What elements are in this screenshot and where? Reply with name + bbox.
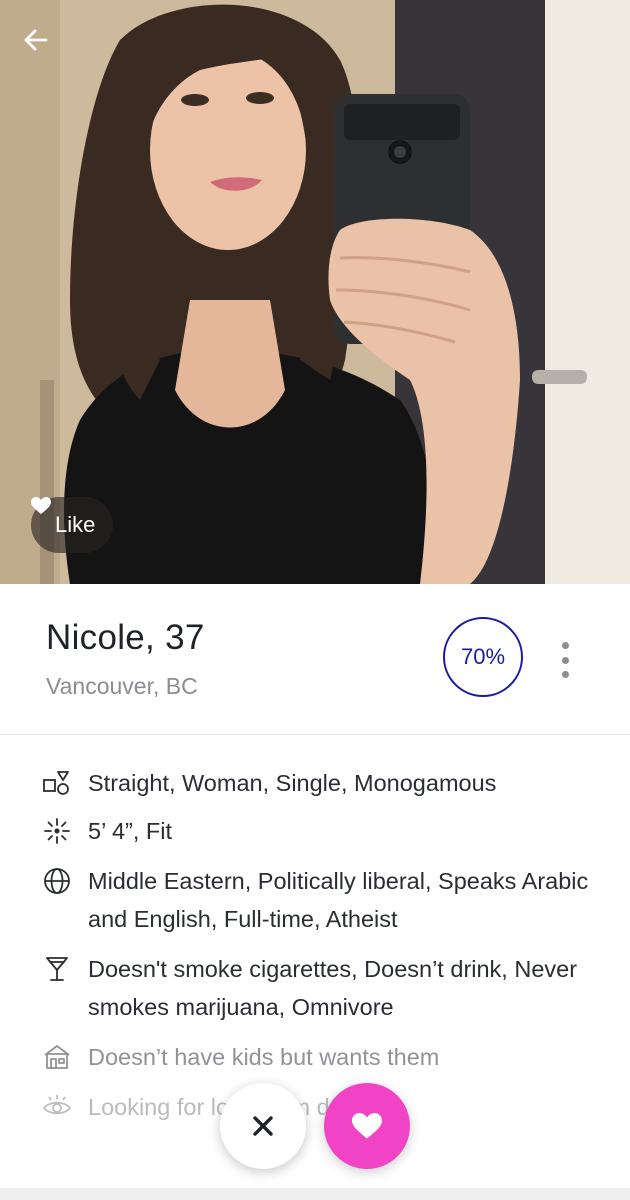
profile-header: Nicole, 37 Vancouver, BC 70%: [0, 584, 630, 735]
profile-photo[interactable]: Like: [0, 0, 630, 584]
vertical-dots-icon: [561, 642, 569, 649]
detail-text: 5’ 4”, Fit: [88, 818, 173, 844]
profile-screen: Like Nicole, 37 Vancouver, BC 70% Straig…: [0, 0, 630, 1200]
detail-habits: Doesn't smoke cigarettes, Doesn’t drink,…: [40, 952, 600, 1026]
cocktail-glass-icon: [40, 952, 74, 986]
bottom-bar: [0, 1188, 630, 1200]
photo-like-button[interactable]: Like: [31, 497, 114, 553]
house-icon: [40, 1040, 74, 1074]
detail-looking-for: Looking for long-term dating.: [40, 1090, 600, 1126]
vertical-dots-icon-dot: [561, 656, 569, 664]
more-options-button[interactable]: [556, 642, 574, 678]
profile-location: Vancouver, BC: [46, 673, 198, 699]
profile-name-age: Nicole, 37: [46, 618, 205, 657]
globe-icon: [40, 864, 74, 898]
detail-text: Straight, Woman, Single, Monogamous: [88, 770, 497, 796]
close-icon: [253, 1116, 273, 1136]
like-button[interactable]: [324, 1083, 410, 1169]
detail-text: Doesn’t have kids but wants them: [88, 1044, 440, 1070]
detail-height: 5’ 4”, Fit: [40, 814, 600, 850]
detail-background: Middle Eastern, Politically liberal, Spe…: [40, 864, 600, 938]
detail-text: Middle Eastern, Politically liberal, Spe…: [88, 868, 589, 932]
eye-icon: [40, 1090, 74, 1124]
vertical-dots-icon-dot: [561, 671, 569, 678]
gender-shapes-icon: [40, 766, 74, 800]
back-button[interactable]: [22, 26, 62, 66]
profile-photo-illustration: [0, 0, 630, 584]
heart-icon: [352, 1112, 382, 1138]
detail-family: Doesn’t have kids but wants them: [40, 1040, 600, 1076]
arrow-left-icon: [24, 29, 48, 51]
detail-text: Doesn't smoke cigarettes, Doesn’t drink,…: [88, 956, 578, 1020]
match-percentage-badge[interactable]: 70%: [443, 617, 523, 697]
detail-orientation: Straight, Woman, Single, Monogamous: [40, 766, 600, 802]
like-label: Like: [55, 512, 96, 537]
height-sparkle-icon: [40, 814, 74, 848]
pass-button[interactable]: [220, 1083, 306, 1169]
